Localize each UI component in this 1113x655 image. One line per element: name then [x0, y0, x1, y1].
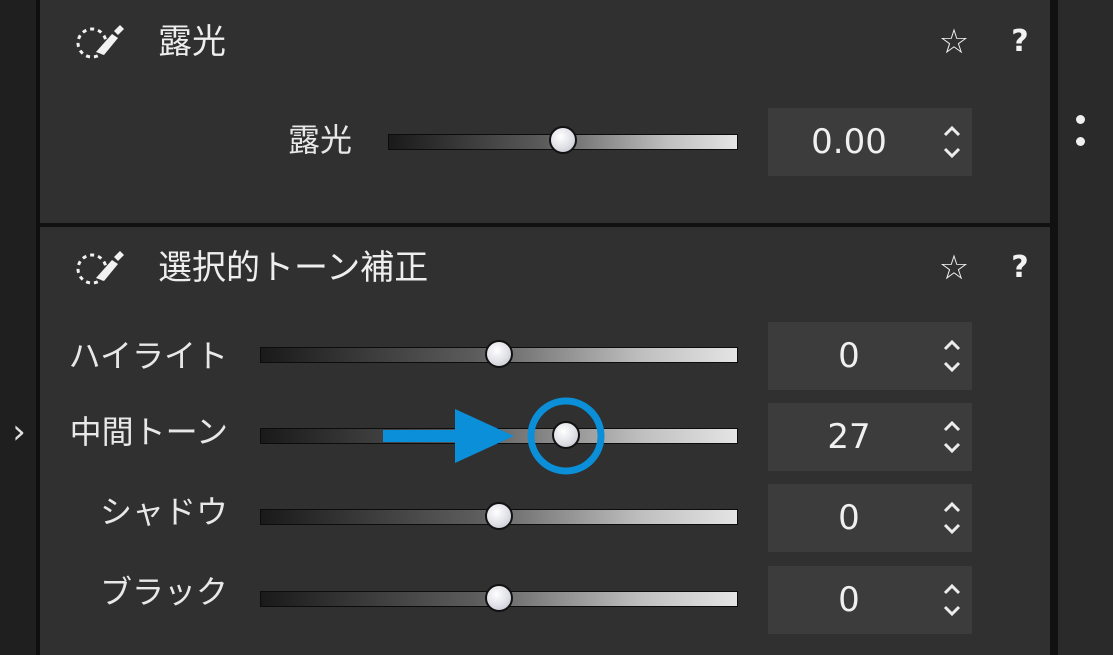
midtones-value: 27	[827, 417, 871, 457]
highlights-value: 0	[838, 336, 860, 376]
blacks-value-field[interactable]: 0	[768, 566, 972, 634]
more-menu-icon[interactable]	[1070, 108, 1092, 154]
blacks-value: 0	[838, 580, 860, 620]
slider-label-shadows: シャドウ	[99, 493, 228, 531]
up-down-spinner-icon[interactable]	[940, 415, 964, 459]
shadows-slider-thumb[interactable]	[485, 502, 513, 530]
shadows-value-field[interactable]: 0	[768, 484, 972, 552]
shadows-value: 0	[838, 498, 860, 538]
left-gutter	[0, 0, 36, 655]
brush-selection-icon	[76, 251, 124, 285]
slider-label-midtones: 中間トーン	[69, 413, 228, 451]
exposure-value-field[interactable]: 0.00	[768, 108, 972, 176]
slider-label-blacks: ブラック	[99, 573, 228, 611]
highlights-slider-thumb[interactable]	[485, 340, 513, 368]
help-icon[interactable]: ?	[1006, 22, 1034, 62]
up-down-spinner-icon[interactable]	[940, 578, 964, 622]
right-sidebar	[1058, 0, 1113, 655]
slider-label-highlights: ハイライト	[68, 337, 228, 375]
up-down-spinner-icon[interactable]	[940, 120, 964, 164]
midtones-value-field[interactable]: 27	[768, 403, 972, 471]
highlights-value-field[interactable]: 0	[768, 322, 972, 390]
exposure-slider-thumb[interactable]	[549, 126, 577, 154]
exposure-value: 0.00	[811, 122, 887, 162]
expand-panel-icon[interactable]: ›	[8, 410, 30, 454]
section-title-selective-tone: 選択的トーン補正	[158, 248, 429, 288]
up-down-spinner-icon[interactable]	[940, 496, 964, 540]
favorite-star-icon[interactable]: ☆	[934, 248, 974, 288]
section-divider	[40, 223, 1050, 227]
brush-selection-icon	[76, 25, 124, 59]
help-icon[interactable]: ?	[1006, 248, 1034, 288]
favorite-star-icon[interactable]: ☆	[934, 22, 974, 62]
blacks-slider-thumb[interactable]	[485, 584, 513, 612]
right-divider	[1050, 0, 1058, 655]
midtones-slider-thumb[interactable]	[552, 421, 580, 449]
midtones-slider-track[interactable]	[260, 428, 738, 444]
up-down-spinner-icon[interactable]	[940, 334, 964, 378]
slider-label-exposure: 露光	[287, 121, 352, 159]
section-title-exposure: 露光	[158, 22, 226, 62]
